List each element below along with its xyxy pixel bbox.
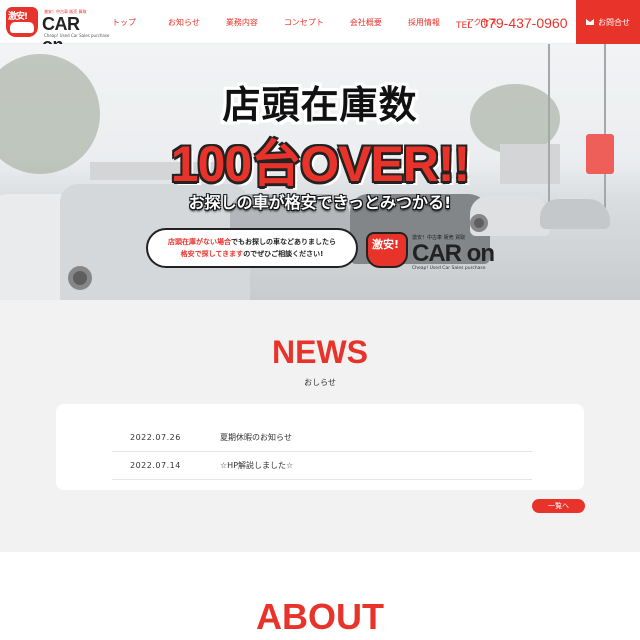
hero-headline: 店頭在庫数 <box>222 83 418 127</box>
news-subtitle: おしらせ <box>304 378 336 387</box>
more-label: 一覧へ <box>548 502 569 510</box>
hero-tagline: お探しの車が格安できっとみつかる! <box>188 193 452 212</box>
contact-button[interactable]: お問合せ <box>576 0 640 44</box>
nav-news[interactable]: お知らせ <box>168 17 200 28</box>
contact-label: お問合せ <box>598 17 630 27</box>
news-more-button[interactable]: 一覧へ <box>532 499 585 513</box>
logo-badge-text: 激安! <box>8 12 28 22</box>
logo-name: CAR on <box>412 240 495 267</box>
logo-badge: 激安! <box>6 7 38 37</box>
speech-bubble: 店頭在庫がない場合でもお探しの車などありましたら 格安で探してきますのでぜひご相… <box>146 228 358 268</box>
news-date: 2022.07.14 <box>130 461 181 470</box>
car-icon <box>10 22 34 33</box>
tel-label: TEL <box>456 21 473 31</box>
about-title: ABOUT <box>256 596 384 637</box>
news-list: 2022.07.26 夏期休暇のお知らせ 2022.07.14 ☆HP解説しまし… <box>56 404 584 490</box>
bubble-line-2: 格安で探してきますのでぜひご相談ください! <box>180 250 324 258</box>
news-title: NEWS <box>272 334 368 370</box>
phone-number[interactable]: TEL 079-437-0960 <box>456 13 567 32</box>
mail-icon <box>586 19 594 25</box>
news-date: 2022.07.26 <box>130 433 181 442</box>
news-text: ☆HP解説しました☆ <box>220 461 294 470</box>
site-logo[interactable]: 激安! 激安！中古車 販売 買取 CAR on Cheap! Used Car … <box>6 7 109 55</box>
logo-tagline: Cheap! Used Car Sales purchase <box>44 33 110 38</box>
about-section: ABOUT <box>0 552 640 640</box>
nav-company[interactable]: 会社概要 <box>350 17 382 28</box>
news-section: NEWS おしらせ 2022.07.26 夏期休暇のお知らせ 2022.07.1… <box>0 300 640 552</box>
news-item[interactable]: 2022.07.14 ☆HP解説しました☆ <box>112 452 532 480</box>
logo-badge: 激安! <box>366 232 408 268</box>
tel-number: 079-437-0960 <box>480 15 568 31</box>
news-text: 夏期休暇のお知らせ <box>220 433 292 442</box>
bubble-line-1: 店頭在庫がない場合でもお探しの車などありましたら <box>168 238 336 246</box>
news-item[interactable]: 2022.07.26 夏期休暇のお知らせ <box>112 424 532 452</box>
nav-top[interactable]: トップ <box>112 17 136 28</box>
logo-badge-text: 激安! <box>372 238 400 251</box>
nav-services[interactable]: 業務内容 <box>226 17 258 28</box>
hero-banner: 店頭在庫数 100台OVER!! お探しの車が格安できっとみつかる! 店頭在庫が… <box>0 44 640 300</box>
hero-subheadline: 100台OVER!! <box>170 136 470 192</box>
nav-recruit[interactable]: 採用情報 <box>408 17 440 28</box>
logo-tagline: Cheap! Used Car Sales purchase <box>412 266 486 271</box>
site-header: 激安! 激安！中古車 販売 買取 CAR on Cheap! Used Car … <box>0 0 640 55</box>
hero-logo: 激安! 激安！中古車 販売 買取 CAR on Cheap! Used Car … <box>362 230 498 274</box>
nav-concept[interactable]: コンセプト <box>284 17 324 28</box>
